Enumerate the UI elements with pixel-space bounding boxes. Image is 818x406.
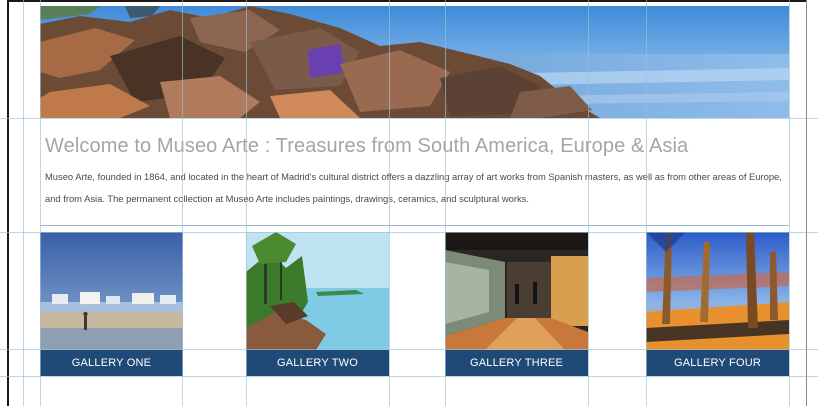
canvas-frame-right	[806, 0, 807, 406]
gallery-card-two[interactable]: GALLERY TWO	[246, 232, 389, 376]
canvas-frame-top	[7, 0, 807, 2]
gallery-card-four[interactable]: GALLERY FOUR	[646, 232, 789, 376]
hero-seaside-rocks-image	[40, 6, 789, 118]
page-layout: Welcome to Museo Arte : Treasures from S…	[40, 6, 789, 406]
guide-vertical	[23, 0, 24, 406]
gallery-four-link[interactable]: GALLERY FOUR	[646, 350, 789, 376]
gallery-two-link[interactable]: GALLERY TWO	[246, 350, 389, 376]
guide-vertical	[789, 0, 790, 406]
hero-banner	[40, 6, 789, 118]
canvas-frame-left	[7, 0, 9, 406]
gallery-card-three[interactable]: GALLERY THREE	[445, 232, 588, 376]
gallery-one-beach-image	[40, 232, 183, 350]
gallery-four-forest-image	[646, 232, 789, 350]
gallery-three-link[interactable]: GALLERY THREE	[445, 350, 588, 376]
gallery-three-interior-image	[445, 232, 588, 350]
page-title: Welcome to Museo Arte : Treasures from S…	[45, 135, 689, 157]
intro-section: Welcome to Museo Arte : Treasures from S…	[40, 118, 789, 226]
gallery-two-lake-image	[246, 232, 389, 350]
gallery-card-one[interactable]: GALLERY ONE	[40, 232, 183, 376]
intro-description: Museo Arte, founded in 1864, and located…	[45, 171, 782, 204]
gallery-one-link[interactable]: GALLERY ONE	[40, 350, 183, 376]
